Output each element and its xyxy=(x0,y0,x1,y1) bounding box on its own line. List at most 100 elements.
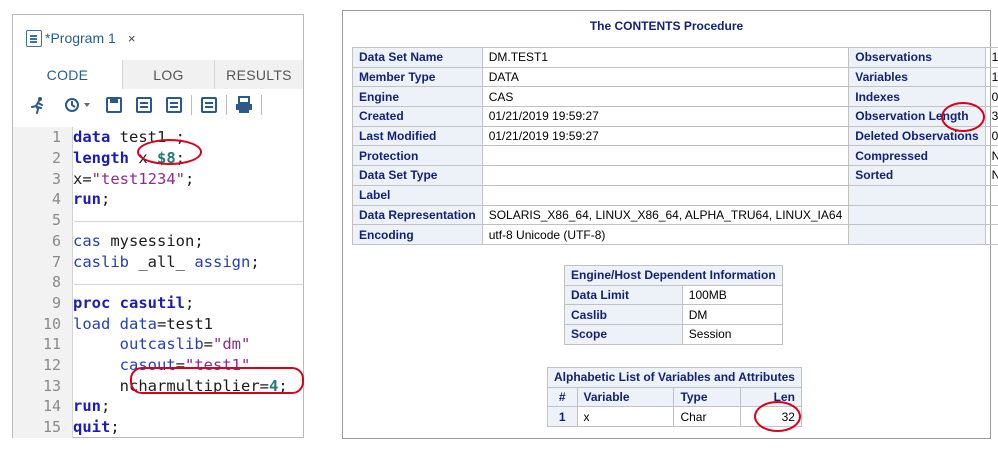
code-token: x= xyxy=(73,169,92,188)
attribute-value xyxy=(984,224,998,245)
engine-value: Session xyxy=(681,324,783,345)
attribute-label: Sorted xyxy=(848,165,986,186)
table-row: Member Type DATA Variables 1 xyxy=(352,66,998,88)
column-header: Variable xyxy=(576,386,675,408)
toolbar-separator xyxy=(261,95,262,115)
line-number: 11 xyxy=(42,335,61,354)
highlight-length-ellipse xyxy=(137,139,202,165)
column-header: Type xyxy=(673,386,741,408)
attribute-value: 32 xyxy=(984,106,998,127)
attribute-value xyxy=(481,184,850,206)
procedure-title: The CONTENTS Procedure xyxy=(589,19,744,33)
line-code: outcaslib="dm" xyxy=(73,335,251,354)
line-code: load data=test1 xyxy=(73,315,213,333)
attribute-value: NO xyxy=(984,145,998,167)
line-number: 14 xyxy=(42,397,61,416)
attribute-value xyxy=(984,184,998,206)
program-file-icon xyxy=(26,29,42,47)
code-token: "test1234" xyxy=(91,169,185,188)
attribute-label: Compressed xyxy=(848,145,986,167)
code-line[interactable]: 8 xyxy=(13,272,303,293)
code-token: length xyxy=(73,149,129,168)
save-icon[interactable] xyxy=(103,93,125,117)
attribute-value: DATA xyxy=(481,66,850,88)
line-code: run; xyxy=(73,190,110,208)
code-line[interactable]: 9 proc casutil; xyxy=(13,293,303,314)
tab-results[interactable]: RESULTS xyxy=(214,60,303,89)
code-line[interactable]: 7 caslib _all_ assign; xyxy=(13,251,303,272)
history-icon[interactable] xyxy=(59,93,97,117)
save-as-icon[interactable] xyxy=(133,93,155,117)
code-token: ; xyxy=(101,397,111,416)
attribute-value xyxy=(481,165,850,186)
code-line[interactable]: 6 cas mysession; xyxy=(13,231,303,252)
code-token: run xyxy=(73,190,101,209)
attribute-label: Label xyxy=(352,184,483,206)
code-line[interactable]: 10 load data=test1 xyxy=(13,313,303,334)
line-number: 4 xyxy=(51,190,61,209)
attribute-label xyxy=(848,184,986,206)
attribute-label: Observations xyxy=(848,47,986,68)
code-line[interactable]: 11 outcaslib="dm" xyxy=(13,334,303,355)
attribute-label: Encoding xyxy=(352,224,483,245)
engine-label: Scope xyxy=(564,324,683,345)
code-token: "dm" xyxy=(213,335,251,354)
run-icon[interactable] xyxy=(27,93,49,117)
attribute-value: 01/21/2019 19:59:27 xyxy=(481,106,850,127)
code-line[interactable]: 15 quit; xyxy=(13,417,303,438)
code-token: data xyxy=(119,314,157,333)
attribute-value: NO xyxy=(984,165,998,186)
attribute-label xyxy=(848,224,986,245)
program-editor-panel: *Program 1 × CODE LOG RESULTS 1 data test… xyxy=(12,14,304,438)
line-number: 1 xyxy=(51,128,61,147)
line-number: 5 xyxy=(51,211,61,230)
table-row: Last Modified 01/21/2019 19:59:27 Deleted … xyxy=(352,125,998,147)
table-row: Data Limit 100MB xyxy=(564,284,783,306)
code-line[interactable]: 3 x="test1234"; xyxy=(13,168,303,189)
attribute-value: 1 xyxy=(984,66,998,88)
attribute-label: Data Set Type xyxy=(352,165,483,186)
line-number: 12 xyxy=(42,356,61,375)
table-row: Scope Session xyxy=(564,324,783,345)
print-icon[interactable] xyxy=(233,93,255,117)
table-row: Data Set Name DM.TEST1 Observations 1 xyxy=(352,47,998,68)
attribute-label xyxy=(848,204,986,226)
attribute-value: DM.TEST1 xyxy=(481,47,850,68)
tab-log[interactable]: LOG xyxy=(122,60,214,89)
program-tab[interactable]: *Program 1 × xyxy=(20,23,163,53)
table-row: Data Set Type SortedNO xyxy=(352,165,998,186)
code-token: ; xyxy=(110,418,120,437)
tab-code[interactable]: CODE xyxy=(13,60,122,89)
code-token: assign xyxy=(194,252,251,271)
code-token: cas xyxy=(73,231,101,250)
code-line[interactable]: 14 run; xyxy=(13,396,303,417)
line-code: caslib _all_ assign; xyxy=(73,253,260,271)
document-icon[interactable] xyxy=(198,93,220,117)
line-number: 7 xyxy=(51,252,61,271)
attribute-value: 01/21/2019 19:59:27 xyxy=(481,125,850,147)
code-token: ; xyxy=(250,252,260,271)
variable-cell: Char xyxy=(673,406,741,428)
table-row: Created 01/21/2019 19:59:27 Observation Le… xyxy=(352,106,998,127)
code-token: caslib xyxy=(73,252,129,271)
attribute-label: Variables xyxy=(848,66,986,88)
attribute-label: Last Modified xyxy=(352,125,483,147)
code-token: data xyxy=(73,128,111,147)
code-line[interactable]: 4 run; xyxy=(13,189,303,210)
attribute-value: CAS xyxy=(481,86,850,108)
close-icon[interactable]: × xyxy=(128,31,136,46)
highlight-variable-length-ellipse xyxy=(754,401,801,432)
line-code: cas mysession; xyxy=(73,232,204,250)
line-number: 13 xyxy=(42,376,61,395)
code-token: load xyxy=(73,314,111,333)
attribute-label: Member Type xyxy=(352,66,483,88)
table-row: Protection CompressedNO xyxy=(352,145,998,167)
line-number: 8 xyxy=(51,273,61,292)
attribute-label: Data Representation xyxy=(352,204,483,226)
attribute-label: Engine xyxy=(352,86,483,108)
code-token: mysession; xyxy=(101,231,204,250)
refresh-icon[interactable] xyxy=(163,93,185,117)
